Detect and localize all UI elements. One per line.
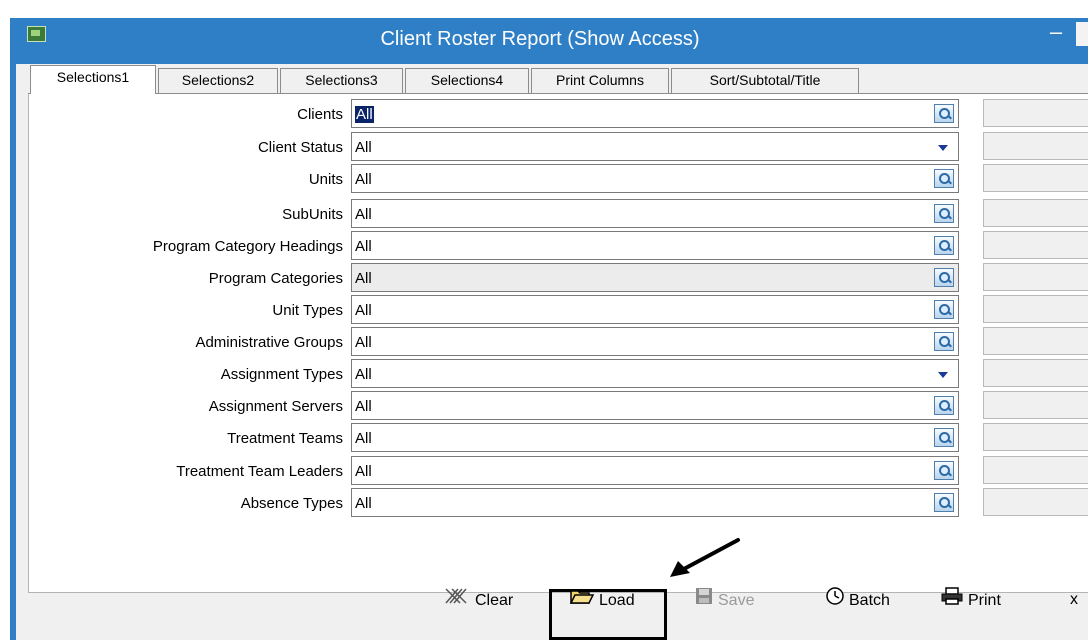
maximize-button[interactable] xyxy=(1076,22,1088,46)
treatment-team-leaders-side-box xyxy=(983,456,1088,484)
units-value[interactable]: All xyxy=(355,171,372,188)
treatment-teams-side-box xyxy=(983,423,1088,451)
batch-label: Batch xyxy=(849,592,890,610)
treatment-teams-field[interactable]: All xyxy=(351,423,959,452)
clear-button[interactable]: Clear xyxy=(443,586,513,614)
administrative-groups-value[interactable]: All xyxy=(355,334,372,351)
treatment-teams-value[interactable]: All xyxy=(355,430,372,447)
magnifier-icon[interactable] xyxy=(934,300,954,319)
program-category-headings-side-box xyxy=(983,231,1088,259)
clients-label: Clients xyxy=(297,106,343,123)
batch-button[interactable]: Batch xyxy=(825,586,890,614)
window-title: Client Roster Report (Show Access) xyxy=(380,28,700,50)
selections-panel: Clients All Client Status All Units All … xyxy=(28,94,1088,593)
magnifier-icon[interactable] xyxy=(934,493,954,512)
treatment-team-leaders-value[interactable]: All xyxy=(355,463,372,480)
client-status-select[interactable]: All xyxy=(351,132,959,161)
tab-selections4[interactable]: Selections4 xyxy=(405,68,529,93)
magnifier-icon[interactable] xyxy=(934,104,954,123)
assignment-servers-field[interactable]: All xyxy=(351,391,959,420)
magnifier-icon[interactable] xyxy=(934,268,954,287)
clients-value[interactable]: All xyxy=(355,106,374,123)
client-status-side-box xyxy=(983,132,1088,160)
program-category-headings-label: Program Category Headings xyxy=(152,238,343,255)
tab-print-columns[interactable]: Print Columns xyxy=(531,68,669,93)
clock-icon xyxy=(825,586,845,616)
magnifier-icon[interactable] xyxy=(934,428,954,447)
clients-field[interactable]: All xyxy=(351,99,959,128)
program-categories-value: All xyxy=(355,270,372,287)
magnifier-icon[interactable] xyxy=(934,204,954,223)
administrative-groups-field[interactable]: All xyxy=(351,327,959,356)
minimize-button[interactable]: – xyxy=(1046,21,1066,44)
magnifier-icon[interactable] xyxy=(934,461,954,480)
absence-types-label: Absence Types xyxy=(240,495,343,512)
tab-selections3[interactable]: Selections3 xyxy=(280,68,403,93)
assignment-servers-side-box xyxy=(983,391,1088,419)
print-button[interactable]: Print xyxy=(940,586,1001,614)
assignment-types-side-box xyxy=(983,359,1088,387)
treatment-team-leaders-label: Treatment Team Leaders xyxy=(176,463,343,480)
load-button[interactable]: Load xyxy=(569,586,635,614)
program-categories-field[interactable]: All xyxy=(351,263,959,292)
unit-types-side-box xyxy=(983,295,1088,323)
close-button[interactable]: x xyxy=(1070,586,1078,614)
administrative-groups-side-box xyxy=(983,327,1088,355)
dialog-body: Selections1 Selections2 Selections3 Sele… xyxy=(16,64,1088,640)
magnifier-icon[interactable] xyxy=(934,236,954,255)
unit-types-field[interactable]: All xyxy=(351,295,959,324)
administrative-groups-label: Administrative Groups xyxy=(195,334,343,351)
magnifier-icon[interactable] xyxy=(934,169,954,188)
client-status-value: All xyxy=(355,139,372,156)
save-button[interactable]: Save xyxy=(694,586,754,614)
program-category-headings-field[interactable]: All xyxy=(351,231,959,260)
clients-side-box xyxy=(983,99,1088,127)
tab-sort-subtotal-title[interactable]: Sort/Subtotal/Title xyxy=(671,68,859,93)
tab-selections2[interactable]: Selections2 xyxy=(158,68,278,93)
save-label: Save xyxy=(718,592,755,610)
close-label: x xyxy=(1070,591,1078,608)
subunits-label: SubUnits xyxy=(282,206,343,223)
subunits-field[interactable]: All xyxy=(351,199,959,228)
magnifier-icon[interactable] xyxy=(934,396,954,415)
assignment-types-value: All xyxy=(355,366,372,383)
units-label: Units xyxy=(308,171,343,188)
program-categories-side-box xyxy=(983,263,1088,291)
load-label: Load xyxy=(599,592,635,610)
assignment-servers-label: Assignment Servers xyxy=(208,398,343,415)
subunits-value[interactable]: All xyxy=(355,206,372,223)
units-side-box xyxy=(983,164,1088,192)
absence-types-side-box xyxy=(983,488,1088,516)
magnifier-icon[interactable] xyxy=(934,332,954,351)
assignment-types-label: Assignment Types xyxy=(220,366,343,383)
client-status-label: Client Status xyxy=(257,139,343,156)
report-window: Client Roster Report (Show Access) – Sel… xyxy=(10,18,1088,640)
chevron-down-icon[interactable] xyxy=(938,145,948,151)
subunits-side-box xyxy=(983,199,1088,227)
open-folder-icon xyxy=(569,586,595,616)
eraser-icon xyxy=(443,586,471,616)
print-label: Print xyxy=(968,592,1001,610)
absence-types-value[interactable]: All xyxy=(355,495,372,512)
title-bar[interactable]: Client Roster Report (Show Access) – xyxy=(10,18,1088,60)
tab-selections1[interactable]: Selections1 xyxy=(30,65,156,94)
assignment-servers-value[interactable]: All xyxy=(355,398,372,415)
floppy-disk-icon xyxy=(694,586,714,616)
unit-types-label: Unit Types xyxy=(272,302,343,319)
treatment-teams-label: Treatment Teams xyxy=(227,430,343,447)
unit-types-value[interactable]: All xyxy=(355,302,372,319)
units-field[interactable]: All xyxy=(351,164,959,193)
absence-types-field[interactable]: All xyxy=(351,488,959,517)
clear-label: Clear xyxy=(475,592,514,610)
treatment-team-leaders-field[interactable]: All xyxy=(351,456,959,485)
chevron-down-icon[interactable] xyxy=(938,372,948,378)
program-categories-label: Program Categories xyxy=(208,270,343,287)
annotation-arrow-icon xyxy=(670,538,740,577)
program-category-headings-value[interactable]: All xyxy=(355,238,372,255)
printer-icon xyxy=(940,586,964,616)
assignment-types-select[interactable]: All xyxy=(351,359,959,388)
